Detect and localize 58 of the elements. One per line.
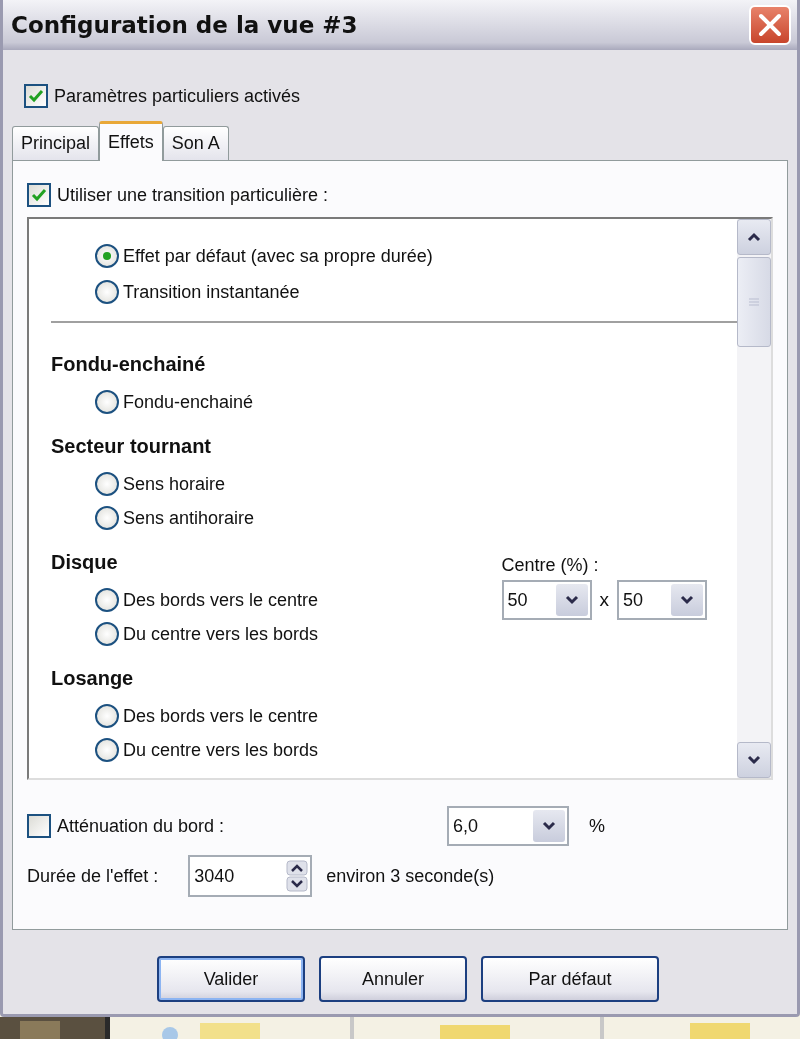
radio-button[interactable]: [95, 506, 119, 530]
duration-label: Durée de l'effet :: [27, 865, 159, 887]
chevron-down-icon: [533, 810, 565, 842]
radio-button[interactable]: [95, 622, 119, 646]
group-heading: Losange: [51, 666, 135, 691]
radio-button[interactable]: [95, 390, 119, 414]
radio-label: Des bords vers le centre: [123, 705, 319, 727]
spin-arrows-icon: [286, 860, 309, 892]
radio-label: Transition instantanée: [123, 281, 300, 303]
centre-label: Centre (%) :: [501, 555, 600, 576]
scroll-down-button[interactable]: [737, 742, 771, 778]
dropdown[interactable]: 6,0: [447, 806, 569, 846]
scroll-up-button[interactable]: [737, 219, 771, 255]
radio-button[interactable]: [95, 738, 119, 762]
spin-field[interactable]: 3040: [188, 855, 313, 897]
radio-label: Sens horaire: [123, 473, 226, 495]
radio-button[interactable]: [95, 704, 119, 728]
chevron-down-icon: [555, 584, 588, 616]
radio-label: Effet par défaut (avec sa propre durée): [123, 245, 433, 267]
radio-label: Sens antihoraire: [123, 507, 255, 529]
radio-label: Fondu-enchainé: [123, 391, 254, 413]
dropdown[interactable]: 50: [617, 580, 707, 620]
checkbox-label: Paramètres particuliers activés: [54, 85, 301, 107]
check-icon: [28, 88, 44, 104]
tab[interactable]: Principal: [12, 126, 100, 160]
checkbox[interactable]: [27, 183, 51, 207]
tab[interactable]: Son A: [162, 126, 229, 160]
dropdown[interactable]: 50: [501, 580, 592, 620]
tab[interactable]: Effets: [99, 121, 163, 161]
close-icon: [757, 12, 783, 38]
duration-note: environ 3 seconde(s): [326, 865, 495, 887]
group-heading: Secteur tournant: [51, 434, 213, 459]
dialog-button[interactable]: Valider: [157, 956, 305, 1002]
window-title: Configuration de la vue #3: [11, 12, 358, 38]
times-sign: x: [599, 589, 609, 611]
scroll-thumb[interactable]: [737, 257, 771, 347]
checkbox[interactable]: [27, 814, 51, 838]
dialog-button[interactable]: Annuler: [319, 956, 467, 1002]
scrollbar[interactable]: [737, 219, 771, 778]
group-heading: Fondu-enchainé: [51, 352, 207, 377]
chevron-down-icon: [671, 584, 703, 616]
unit-label: %: [589, 815, 605, 837]
checkbox-label: Utiliser une transition particulière :: [57, 184, 329, 206]
radio-label: Des bords vers le centre: [123, 589, 319, 611]
radio-button[interactable]: [95, 244, 119, 268]
radio-button[interactable]: [95, 280, 119, 304]
dialog-button[interactable]: Par défaut: [481, 956, 659, 1002]
chevron-up-icon: [747, 232, 761, 242]
radio-button[interactable]: [95, 472, 119, 496]
checkbox[interactable]: [24, 84, 48, 108]
close-button[interactable]: [749, 5, 791, 45]
radio-label: Du centre vers les bords: [123, 739, 319, 761]
radio-label: Du centre vers les bords: [123, 623, 319, 645]
chevron-down-icon: [747, 755, 761, 765]
radio-button[interactable]: [95, 588, 119, 612]
check-icon: [31, 187, 47, 203]
group-heading: Disque: [51, 550, 119, 575]
checkbox-label: Atténuation du bord :: [57, 815, 225, 837]
